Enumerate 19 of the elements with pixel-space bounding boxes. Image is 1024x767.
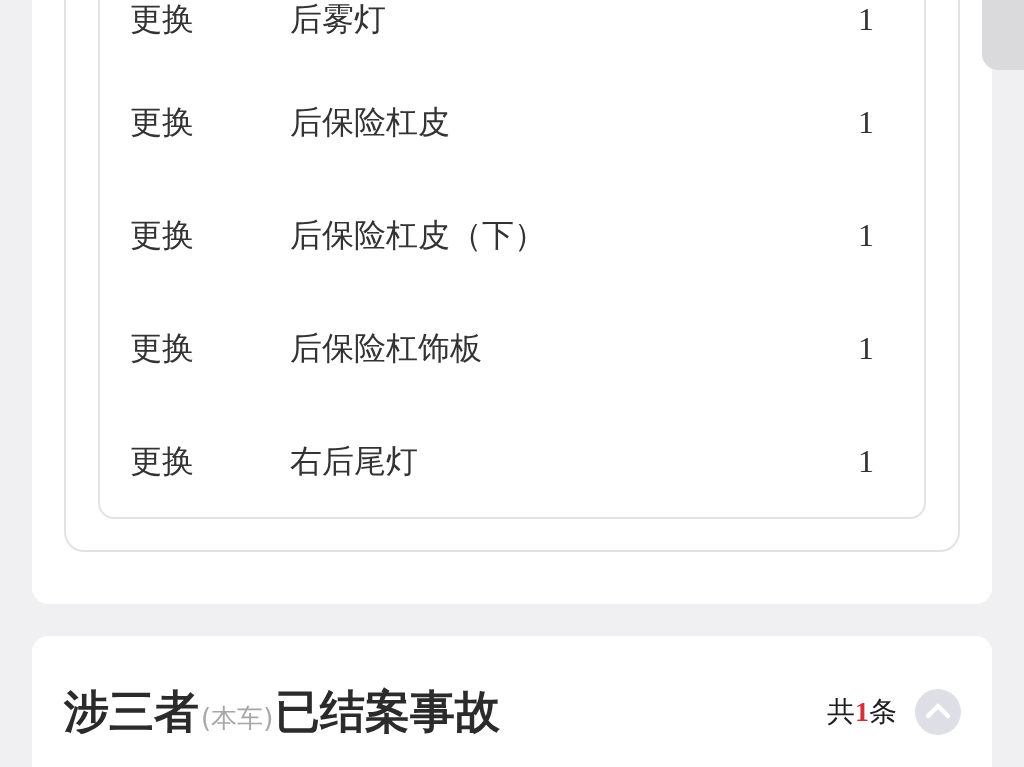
table-cell-text: 更换 — [130, 217, 195, 252]
table-cell-text: 更换 — [130, 443, 195, 478]
table-cell: 1 — [858, 443, 874, 478]
chevron-up-icon[interactable] — [915, 689, 961, 735]
table-cell-text: 后雾灯 — [290, 1, 387, 36]
table-cell: 1 — [858, 1, 874, 36]
table-cell-text: 右后尾灯 — [290, 443, 419, 478]
table-cell-text: 更换 — [130, 330, 195, 365]
scroll-thumb[interactable] — [982, 0, 1024, 70]
table-cell-text: 后保险杠皮 — [290, 104, 451, 139]
section-title: 涉三者(本车)已结案事故 — [64, 685, 501, 739]
table-cell: 1 — [858, 217, 874, 252]
table-cell-text: 更换 — [130, 104, 195, 139]
table-cell-text: 后保险杠皮（下） — [290, 217, 547, 252]
table-cell-text: 后保险杠饰板 — [290, 330, 483, 365]
table-cell-text: 更换 — [130, 1, 195, 36]
table-cell: 1 — [858, 330, 874, 365]
table-cell: 1 — [858, 104, 874, 139]
record-count: 共1条 — [827, 694, 897, 730]
